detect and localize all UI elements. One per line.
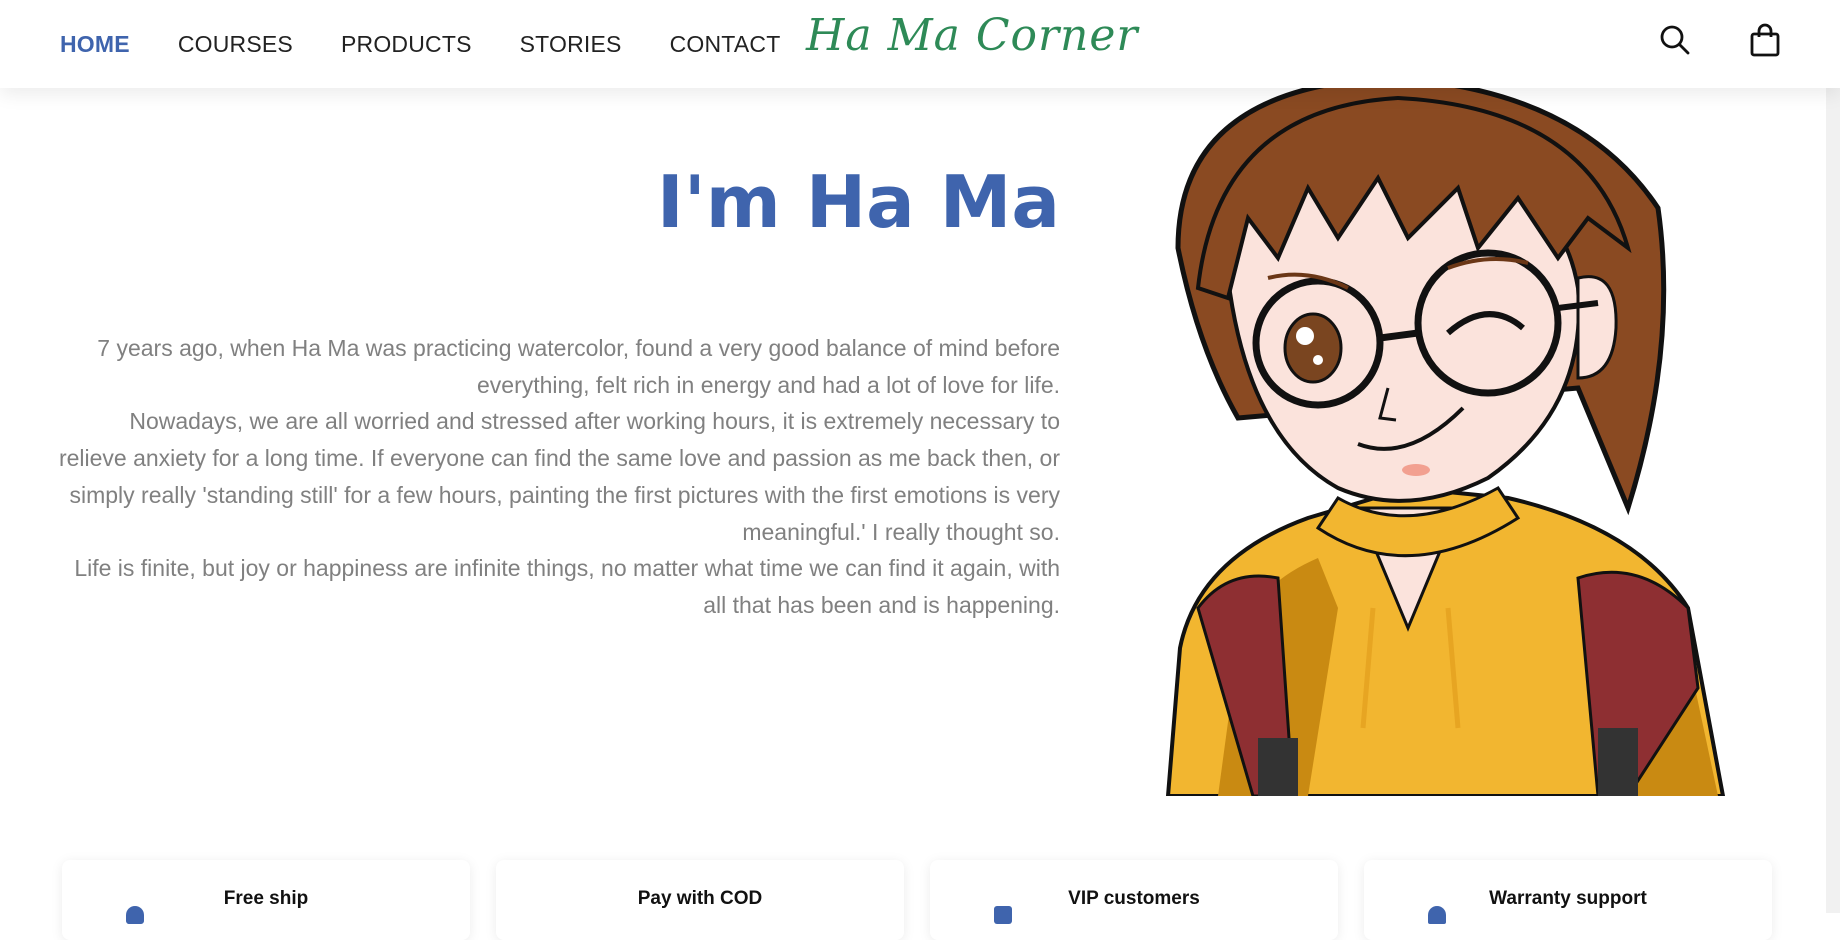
shopping-bag-icon[interactable] [1748,22,1782,58]
feature-card-free-ship[interactable]: Free ship [62,860,470,940]
hero-paragraph: Life is finite, but joy or happiness are… [74,555,1060,618]
feature-title: Pay with COD [637,888,763,909]
main-nav: HOME COURSES PRODUCTS STORIES CONTACT [60,0,780,88]
page-scrollbar[interactable] [1826,0,1840,913]
nav-item-stories[interactable]: STORIES [520,31,622,58]
site-logo[interactable]: Ha Ma Corner [806,10,1138,61]
feature-card-vip[interactable]: VIP customers [930,860,1338,940]
search-icon[interactable] [1658,22,1692,58]
nav-item-products[interactable]: PRODUCTS [341,31,472,58]
feature-title: Free ship [223,888,309,909]
hero-description: 7 years ago, when Ha Ma was practicing w… [58,330,1060,624]
feature-title: VIP customers [1068,888,1200,909]
feature-title: Warranty support [1489,888,1647,909]
hero-paragraph: Nowadays, we are all worried and stresse… [58,408,1060,545]
header-actions [1658,22,1782,58]
site-header: HOME COURSES PRODUCTS STORIES CONTACT Ha… [0,0,1840,88]
feature-card-cod[interactable]: Pay with COD [496,860,904,940]
hero-illustration [1158,75,1736,798]
nav-item-courses[interactable]: COURSES [178,31,293,58]
nav-item-home[interactable]: HOME [60,31,130,58]
features-row: Free ship Pay with COD VIP customers War… [62,860,1774,940]
feature-card-warranty[interactable]: Warranty support [1364,860,1772,940]
hero-paragraph: 7 years ago, when Ha Ma was practicing w… [97,335,1060,398]
nav-item-contact[interactable]: CONTACT [670,31,781,58]
hero-title: I'm Ha Ma [656,160,1060,244]
